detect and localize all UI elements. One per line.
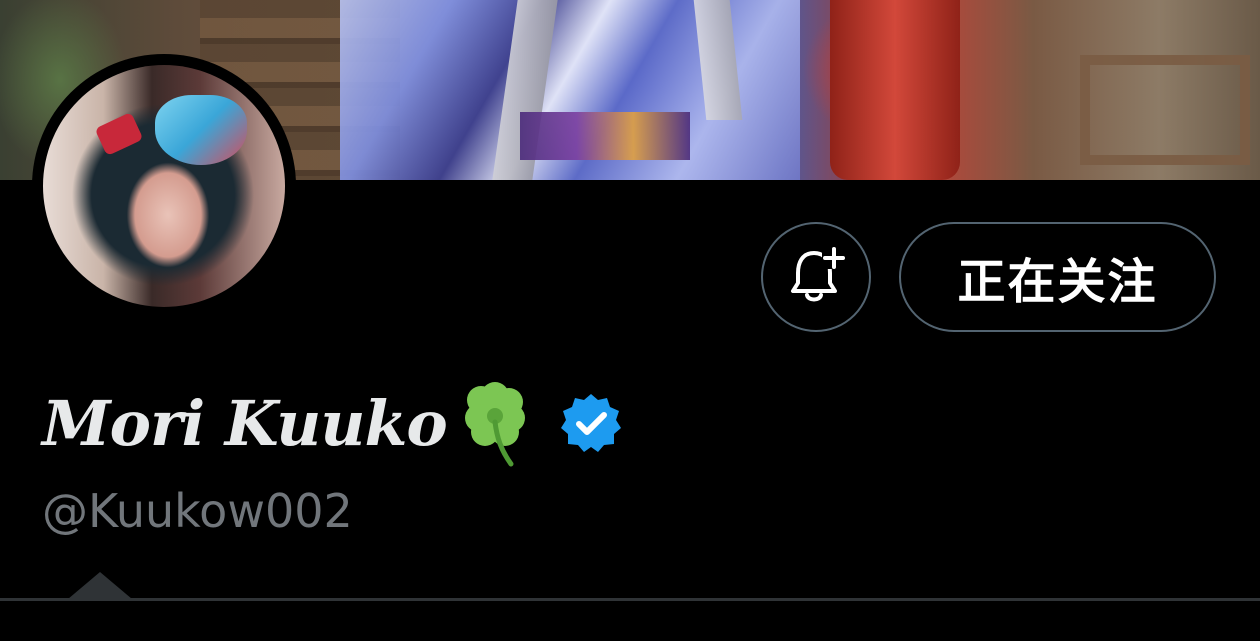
avatar-fox-mask	[155, 95, 247, 165]
following-button[interactable]: 正在关注	[899, 222, 1216, 332]
banner-red-lantern	[830, 0, 960, 180]
tab-indicator	[68, 572, 132, 599]
verified-badge-icon[interactable]	[559, 391, 623, 455]
notifications-button[interactable]	[761, 222, 871, 332]
avatar[interactable]	[32, 54, 296, 318]
username-handle: @Kuukow002	[42, 484, 353, 538]
tab-divider	[0, 598, 1260, 601]
avatar-ribbon	[94, 111, 144, 157]
bell-plus-icon	[784, 243, 848, 312]
display-name: Mori Kuuko	[42, 386, 448, 460]
avatar-image	[43, 65, 285, 307]
banner-wooden-frame	[1080, 55, 1250, 165]
banner-obi	[520, 112, 690, 160]
four-leaf-clover-icon	[455, 378, 535, 468]
name-row: Mori Kuuko	[42, 378, 623, 468]
